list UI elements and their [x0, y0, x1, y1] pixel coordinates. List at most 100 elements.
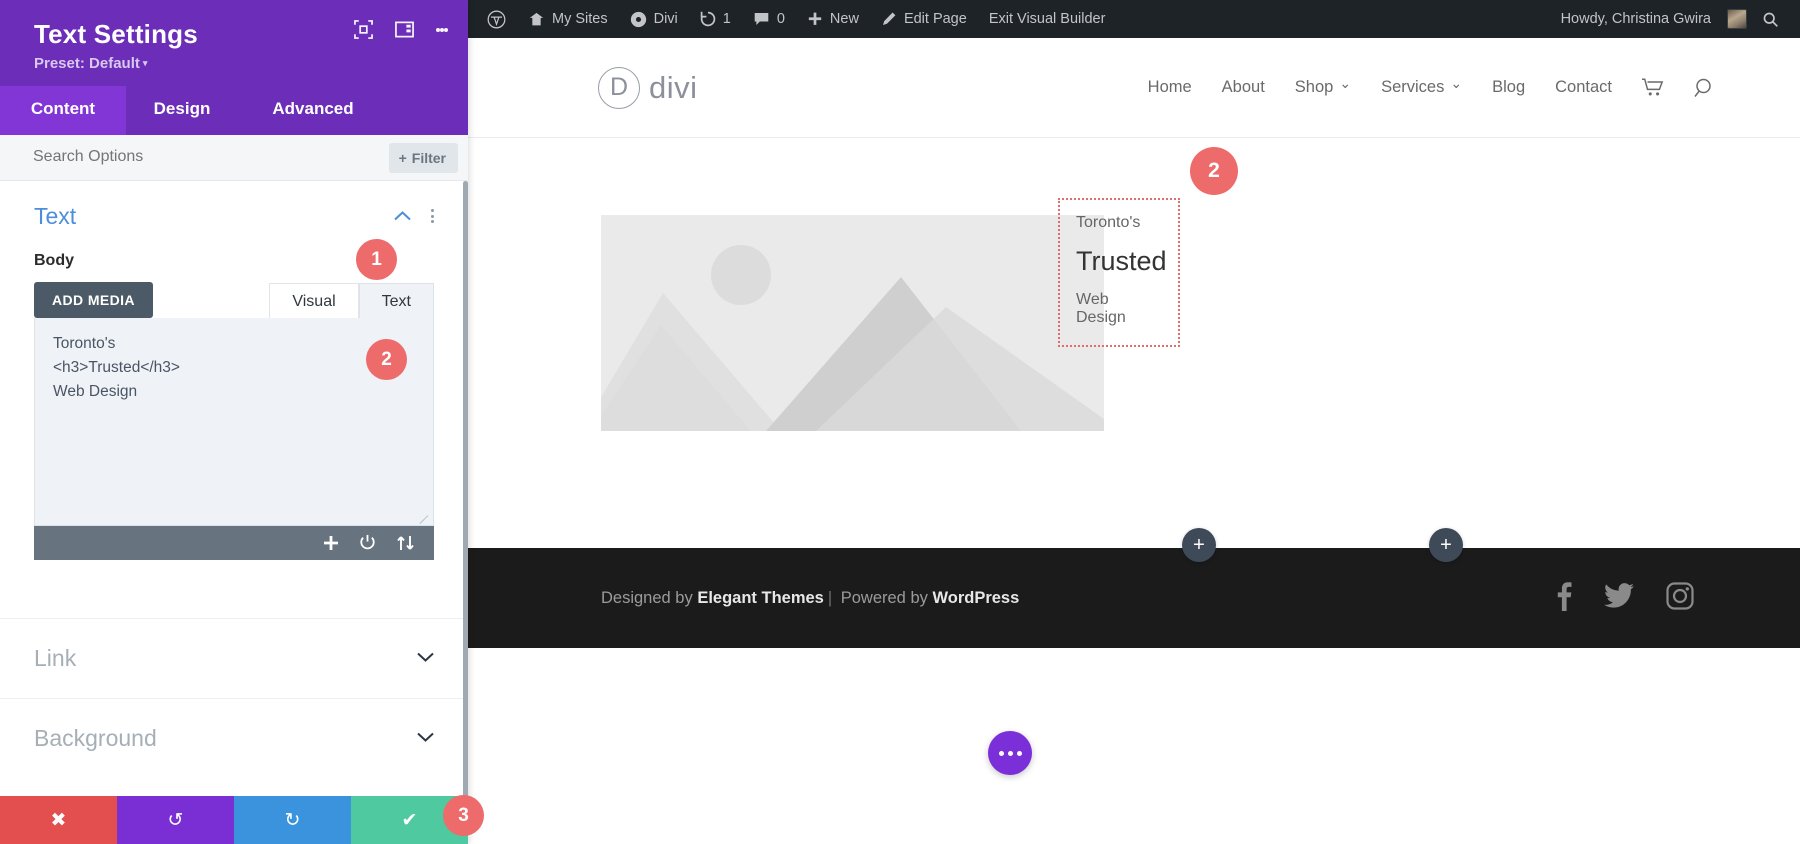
chevron-up-icon[interactable]	[394, 208, 411, 225]
nav-item-blog[interactable]: Blog	[1492, 78, 1525, 97]
power-icon[interactable]	[359, 534, 376, 551]
dot-3	[1016, 750, 1022, 756]
adminbar-updates[interactable]: 1	[689, 0, 742, 38]
adminbar-divi-label: Divi	[653, 11, 678, 27]
section-link[interactable]: Link	[0, 617, 468, 698]
section-text[interactable]: Text	[0, 181, 468, 252]
search-row: +Filter	[0, 134, 468, 181]
add-media-button[interactable]: ADD MEDIA	[34, 281, 153, 318]
panel-header: Text Settings Preset: Default ▾	[0, 0, 468, 86]
step-badge-2-panel: 2	[366, 339, 407, 380]
body-editor-content: Toronto's <h3>Trusted</h3> Web Design	[53, 334, 180, 400]
page-settings-button[interactable]	[988, 731, 1032, 775]
tab-advanced[interactable]: Advanced	[238, 86, 388, 135]
search-icon	[1763, 12, 1778, 27]
site-logo[interactable]: D divi	[598, 66, 698, 109]
editor-tab-visual[interactable]: Visual	[269, 282, 359, 319]
section-text-title: Text	[34, 202, 77, 229]
plus-icon: +	[1193, 533, 1205, 556]
panel-preset[interactable]: Preset: Default ▾	[34, 55, 442, 72]
placeholder-mountains-icon	[601, 277, 1104, 431]
adminbar-right-group: Howdy, Christina Gwira	[1550, 0, 1800, 38]
adminbar-edit-page[interactable]: Edit Page	[870, 0, 978, 38]
kebab-menu-icon[interactable]	[431, 207, 434, 226]
editor-toolbar: ADD MEDIA Visual Text	[34, 281, 434, 319]
undo-button[interactable]: ↺	[117, 796, 234, 844]
nav-cart-button[interactable]	[1642, 78, 1664, 97]
footer-brand-wordpress[interactable]: WordPress	[932, 589, 1019, 607]
search-input[interactable]	[33, 148, 333, 167]
plus-icon[interactable]	[323, 535, 339, 551]
updates-icon	[700, 11, 716, 27]
visual-builder-preview: My Sites Divi 1 0 New Edit Page Exit Vis…	[468, 0, 1800, 844]
nav-item-contact[interactable]: Contact	[1555, 78, 1612, 97]
pencil-icon	[882, 12, 896, 25]
cancel-button[interactable]: ✖	[0, 796, 117, 844]
chevron-down-icon[interactable]	[417, 729, 434, 747]
section-background[interactable]: Background	[0, 697, 468, 778]
plus-icon	[808, 12, 822, 25]
adminbar-my-sites[interactable]: My Sites	[517, 0, 619, 38]
body-field-block: Body ADD MEDIA Visual Text Toronto's <h3…	[0, 252, 468, 560]
logo-mark: D	[598, 66, 640, 109]
instagram-icon	[1666, 581, 1694, 610]
adminbar-wordpress-logo[interactable]	[476, 0, 517, 38]
facebook-link[interactable]	[1556, 581, 1572, 616]
editor-tab-text[interactable]: Text	[358, 282, 434, 319]
footer-credit: Designed by Elegant Themes | Powered by W…	[601, 589, 1019, 608]
twitter-link[interactable]	[1604, 582, 1634, 614]
adminbar-exit-visual-builder[interactable]: Exit Visual Builder	[978, 0, 1117, 38]
step-badge-2-canvas: 2	[1190, 147, 1238, 195]
filter-button[interactable]: + Filter	[388, 142, 458, 173]
adminbar-divi[interactable]: Divi	[619, 0, 689, 38]
adminbar-edit-page-label: Edit Page	[903, 11, 967, 27]
adminbar-new[interactable]: New	[796, 0, 870, 38]
editor-mode-tabs: Visual Text	[269, 282, 434, 319]
cart-icon	[1642, 78, 1664, 96]
adminbar-comments-count: 0	[776, 11, 785, 27]
plus-icon: +	[1440, 533, 1452, 556]
logo-text: divi	[649, 69, 698, 105]
resize-handle[interactable]	[418, 511, 430, 524]
nav-item-services[interactable]: Services	[1381, 78, 1462, 97]
chevron-down-icon: ▾	[142, 57, 148, 68]
tab-content[interactable]: Content	[0, 85, 126, 135]
panel-scrollbar-thumb[interactable]	[463, 180, 468, 796]
nav-item-about[interactable]: About	[1222, 78, 1265, 97]
adminbar-howdy[interactable]: Howdy, Christina Gwira	[1550, 0, 1751, 38]
layout-icon[interactable]	[395, 20, 414, 39]
kebab-menu-icon[interactable]	[436, 25, 448, 35]
adminbar-comments[interactable]: 0	[742, 0, 796, 38]
search-icon	[1694, 78, 1711, 97]
text-module-line2: Web Design	[1076, 291, 1126, 326]
screen-root: My Sites Divi 1 0 New Edit Page Exit Vis…	[0, 0, 1800, 844]
chevron-down-icon[interactable]	[417, 649, 434, 667]
nav-search-button[interactable]	[1694, 77, 1716, 99]
placeholder-sun-icon	[711, 245, 771, 305]
footer-separator: |	[827, 588, 833, 607]
text-module-heading: Trusted	[1076, 246, 1167, 276]
text-module-selected[interactable]: Toronto's Trusted Web Design	[1058, 198, 1180, 347]
editor-footer-toolbar	[34, 525, 434, 560]
panel-tabs: Content Design Advanced	[0, 85, 468, 135]
panel-scrollbar-track[interactable]	[463, 180, 468, 796]
add-module-button-left[interactable]: +	[1182, 528, 1216, 562]
panel-header-icons	[354, 20, 448, 39]
image-module-placeholder[interactable]	[601, 215, 1104, 431]
section-link-title: Link	[34, 644, 77, 671]
adminbar-search-button[interactable]	[1751, 0, 1790, 38]
footer-social-links	[1556, 581, 1694, 616]
sort-up-down-icon[interactable]	[396, 535, 416, 551]
avatar	[1727, 9, 1747, 29]
add-module-button-right[interactable]: +	[1429, 528, 1463, 562]
tab-design[interactable]: Design	[126, 86, 238, 135]
footer-brand-elegant-themes[interactable]: Elegant Themes	[697, 589, 824, 607]
filter-button-label: Filter	[411, 149, 446, 166]
instagram-link[interactable]	[1666, 581, 1694, 615]
focus-icon[interactable]	[354, 20, 373, 39]
below-fold-area	[468, 648, 1800, 844]
redo-button[interactable]: ↻	[234, 796, 351, 844]
wordpress-logo-icon	[487, 10, 506, 28]
nav-item-home[interactable]: Home	[1148, 78, 1192, 97]
nav-item-shop[interactable]: Shop	[1295, 78, 1351, 97]
